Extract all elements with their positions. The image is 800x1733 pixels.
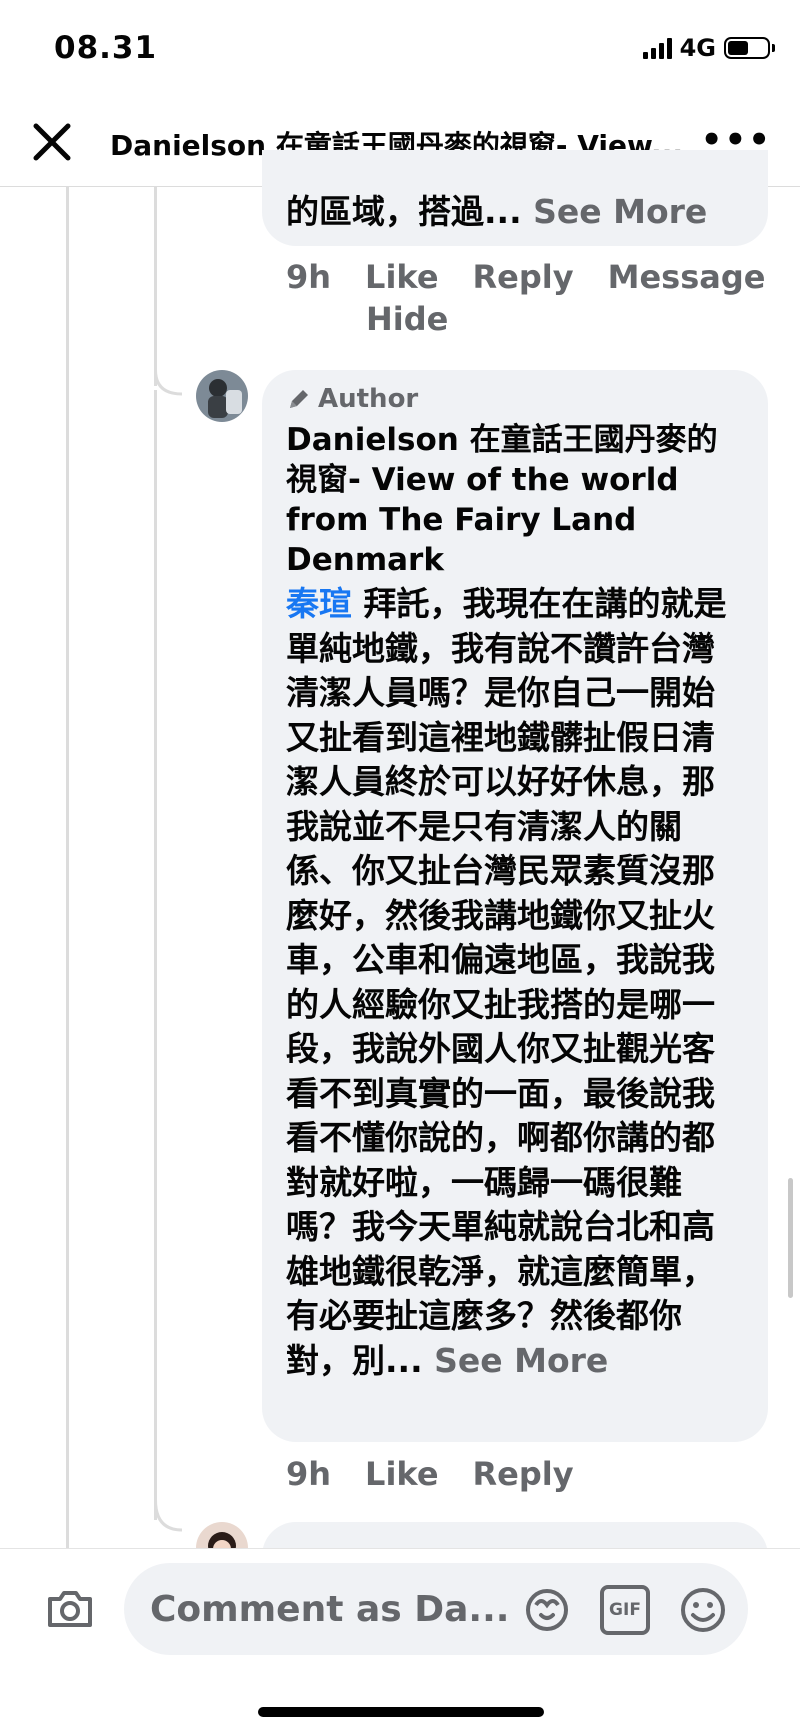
comment-placeholder: Comment as Da... <box>150 1589 510 1630</box>
signal-icon <box>642 37 672 59</box>
gif-icon[interactable]: GIF <box>600 1585 650 1635</box>
author-badge-label: Author <box>318 384 419 414</box>
comment-time: 9h <box>286 258 332 296</box>
comment-composer: Comment as Da... GIF <box>0 1548 800 1733</box>
thread-line <box>66 186 69 1548</box>
status-time: 08.31 <box>54 30 158 66</box>
author-badge: Author <box>286 384 744 414</box>
like-button[interactable]: Like <box>365 1453 438 1495</box>
camera-icon[interactable] <box>44 1583 96 1635</box>
hide-button[interactable]: Hide <box>286 298 752 340</box>
thread-line <box>154 186 157 386</box>
comment-input[interactable]: Comment as Da... GIF <box>124 1563 748 1655</box>
thread-connector <box>154 1500 183 1532</box>
thread-connector <box>154 370 183 396</box>
comment-bubble: 的區域，搭過... See More <box>262 150 768 246</box>
comment-text: 的區域，搭過... <box>286 192 522 231</box>
network-type: 4G <box>679 34 716 62</box>
commenter-name[interactable]: Danielson 在童話王國丹麥的視窗- View of the world … <box>286 420 744 580</box>
like-button[interactable]: Like <box>365 256 438 298</box>
more-options-icon[interactable]: ••• <box>701 123 772 157</box>
comment-time: 9h <box>286 1455 332 1493</box>
see-more-link[interactable]: See More <box>533 192 707 231</box>
home-indicator <box>258 1707 544 1717</box>
close-icon[interactable] <box>28 118 76 166</box>
emoji-icon[interactable] <box>678 1585 728 1635</box>
reply-button[interactable]: Reply <box>473 1453 574 1495</box>
pencil-icon <box>290 390 308 408</box>
status-bar: 08.31 4G <box>0 0 800 100</box>
gif-label: GIF <box>609 1600 641 1620</box>
mention-link[interactable]: 秦瑄 <box>286 584 352 623</box>
see-more-link[interactable]: See More <box>434 1341 608 1380</box>
avatar[interactable] <box>196 370 248 422</box>
battery-icon <box>724 37 775 59</box>
comment-body: 拜託，我現在在講的就是單純地鐵，我有說不讚許台灣清潔人員嗎？是你自己一開始又扯看… <box>286 584 727 1380</box>
reply-button[interactable]: Reply <box>473 256 574 298</box>
avatar-sticker-icon[interactable] <box>522 1585 572 1635</box>
thread-line <box>154 390 157 1520</box>
message-button[interactable]: Message <box>608 256 766 298</box>
comment-actions: 9h Like Reply Message Hide <box>286 256 786 340</box>
comment-actions: 9h Like Reply <box>286 1453 766 1495</box>
comment-text: 秦瑄 拜託，我現在在講的就是單純地鐵，我有說不讚許台灣清潔人員嗎？是你自己一開始… <box>286 582 744 1383</box>
scroll-indicator[interactable] <box>788 1178 793 1298</box>
comment-bubble: Author Danielson 在童話王國丹麥的視窗- View of the… <box>262 370 768 1442</box>
